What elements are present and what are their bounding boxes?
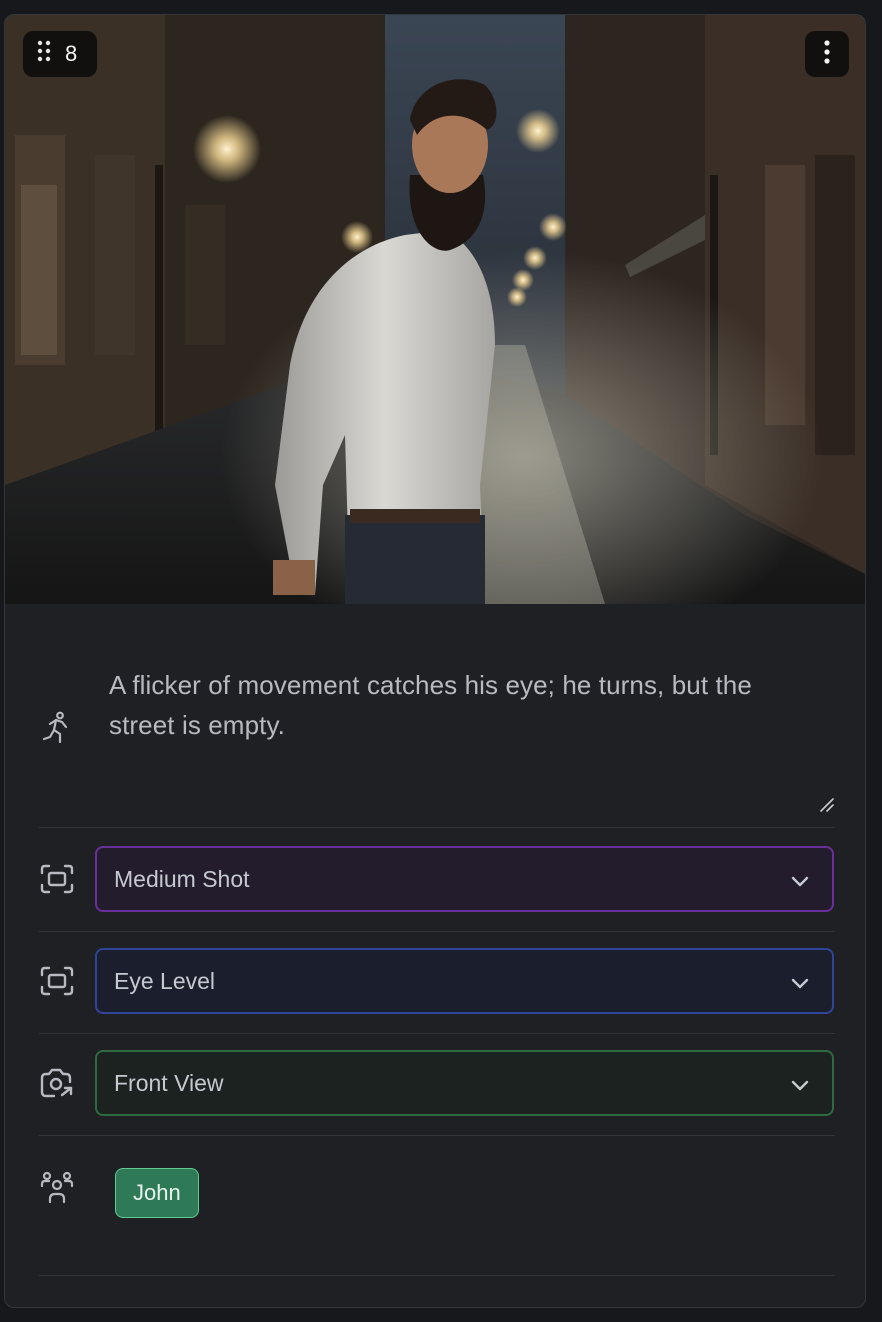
camera-view-select[interactable]: Front View — [95, 1050, 834, 1116]
scene-menu-button[interactable] — [805, 31, 849, 77]
divider — [39, 827, 835, 828]
chevron-down-icon — [790, 870, 810, 897]
frame-focus-icon — [39, 963, 75, 999]
scene-description-textarea[interactable]: A flicker of movement catches his eye; h… — [109, 665, 823, 745]
chevron-down-icon — [790, 972, 810, 999]
character-chip-john[interactable]: John — [115, 1168, 199, 1218]
chevron-down-icon — [790, 1074, 810, 1101]
camera-angle-value: Eye Level — [114, 967, 216, 994]
shot-type-value: Medium Shot — [114, 865, 250, 892]
camera-rotate-icon — [39, 1065, 75, 1101]
divider — [39, 1033, 835, 1034]
more-vertical-icon — [824, 39, 830, 69]
camera-angle-select[interactable]: Eye Level — [95, 948, 834, 1014]
people-group-icon — [39, 1170, 75, 1206]
divider — [39, 1275, 835, 1276]
divider — [39, 1135, 835, 1136]
scene-image[interactable] — [5, 15, 865, 604]
camera-view-value: Front View — [114, 1069, 224, 1096]
scene-number-badge[interactable]: 8 — [23, 31, 97, 77]
drag-handle-icon[interactable] — [37, 40, 51, 68]
divider — [39, 931, 835, 932]
character-name: John — [133, 1180, 181, 1205]
frame-focus-icon — [39, 861, 75, 897]
textarea-resize-handle[interactable] — [817, 795, 835, 813]
scene-card: 8 A flicker of movement catches his eye;… — [4, 14, 866, 1308]
running-person-icon — [39, 710, 75, 746]
shot-type-select[interactable]: Medium Shot — [95, 846, 834, 912]
scene-number: 8 — [65, 41, 78, 66]
